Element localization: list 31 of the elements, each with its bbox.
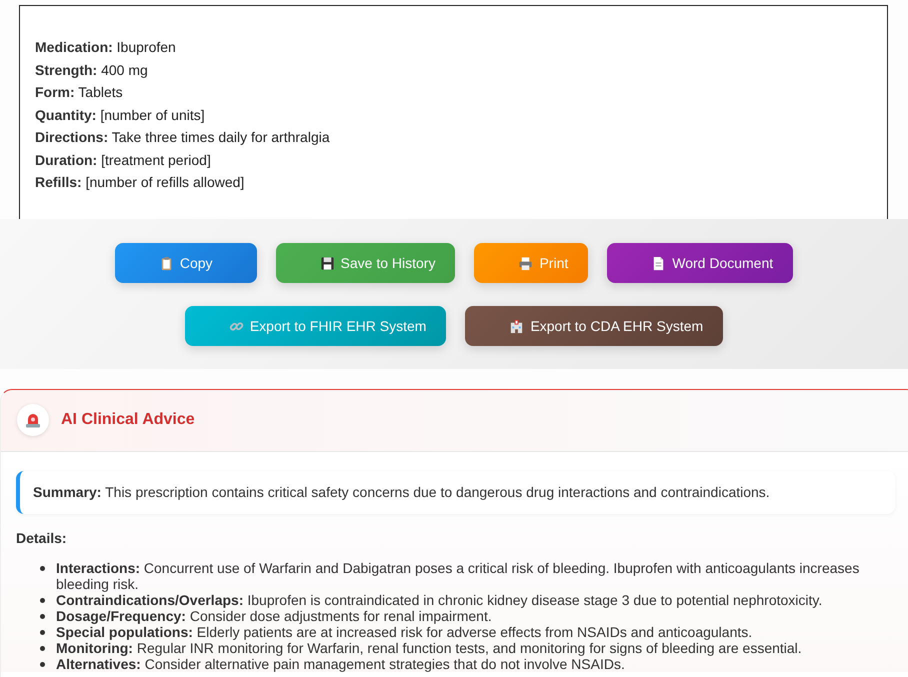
- hospital-icon: [509, 318, 524, 334]
- prescription-line: Medication: Ibuprofen: [35, 38, 177, 57]
- detail-item: Contraindications/Overlaps: Ibuprofen is contraindicated in chronic kidney disease stage 3 due to potential nephrotoxicity.: [56, 592, 822, 608]
- bullet-icon: [40, 646, 45, 651]
- detail-item: Dosage/Frequency: Consider dose adjustments for renal impairment.: [56, 608, 492, 624]
- bullet-icon: [40, 614, 45, 619]
- details-heading: Details:: [16, 530, 68, 546]
- cda-button[interactable]: Export to CDA EHR System: [465, 306, 724, 346]
- prescription-line: Directions: Take three times daily for arthralgia: [35, 128, 331, 147]
- detail-item: Alternatives: Consider alternative pain management strategies that do not involve NSAIDs.: [56, 656, 625, 672]
- save-button[interactable]: Save to History: [276, 243, 456, 283]
- word-button[interactable]: Word Document: [607, 243, 794, 283]
- prescription-line: Duration: [treatment period]: [35, 150, 212, 170]
- bullet-icon: [40, 630, 45, 635]
- detail-item: Interactions: Concurrent use of Warfarin and Dabigatran poses a critical risk of bleeding. Ibuprofen with anticoagulants increases bleeding risk.: [56, 560, 860, 592]
- bullet-icon: [40, 662, 45, 667]
- prescription-line: Strength: 400 mg: [35, 60, 149, 80]
- printer-icon: [518, 256, 534, 270]
- prescription-line: Quantity: [number of units]: [35, 106, 206, 125]
- print-button[interactable]: Print: [474, 243, 588, 283]
- copy-button[interactable]: Copy: [114, 243, 257, 283]
- detail-item: Special populations: Elderly patients are at increased risk for adverse effects from NSAIDs and anticoagulants.: [56, 624, 752, 640]
- siren-icon: [17, 404, 49, 436]
- fhir-button[interactable]: Export to FHIR EHR System: [184, 306, 446, 346]
- prescription-line: Refills: [number of refills allowed]: [35, 173, 246, 192]
- detail-item: Monitoring: Regular INR monitoring for Warfarin, renal function tests, and monitoring for signs of bleeding are essential.: [56, 640, 802, 656]
- prescription-line: Form: Tablets: [35, 83, 124, 102]
- bullet-icon: [40, 566, 45, 571]
- advice-title: AI Clinical Advice: [61, 411, 195, 429]
- summary-note: Summary: This prescription contains critical safety concerns due to dangerous drug interactions and contraindications.: [16, 471, 895, 514]
- bullet-icon: [40, 598, 45, 603]
